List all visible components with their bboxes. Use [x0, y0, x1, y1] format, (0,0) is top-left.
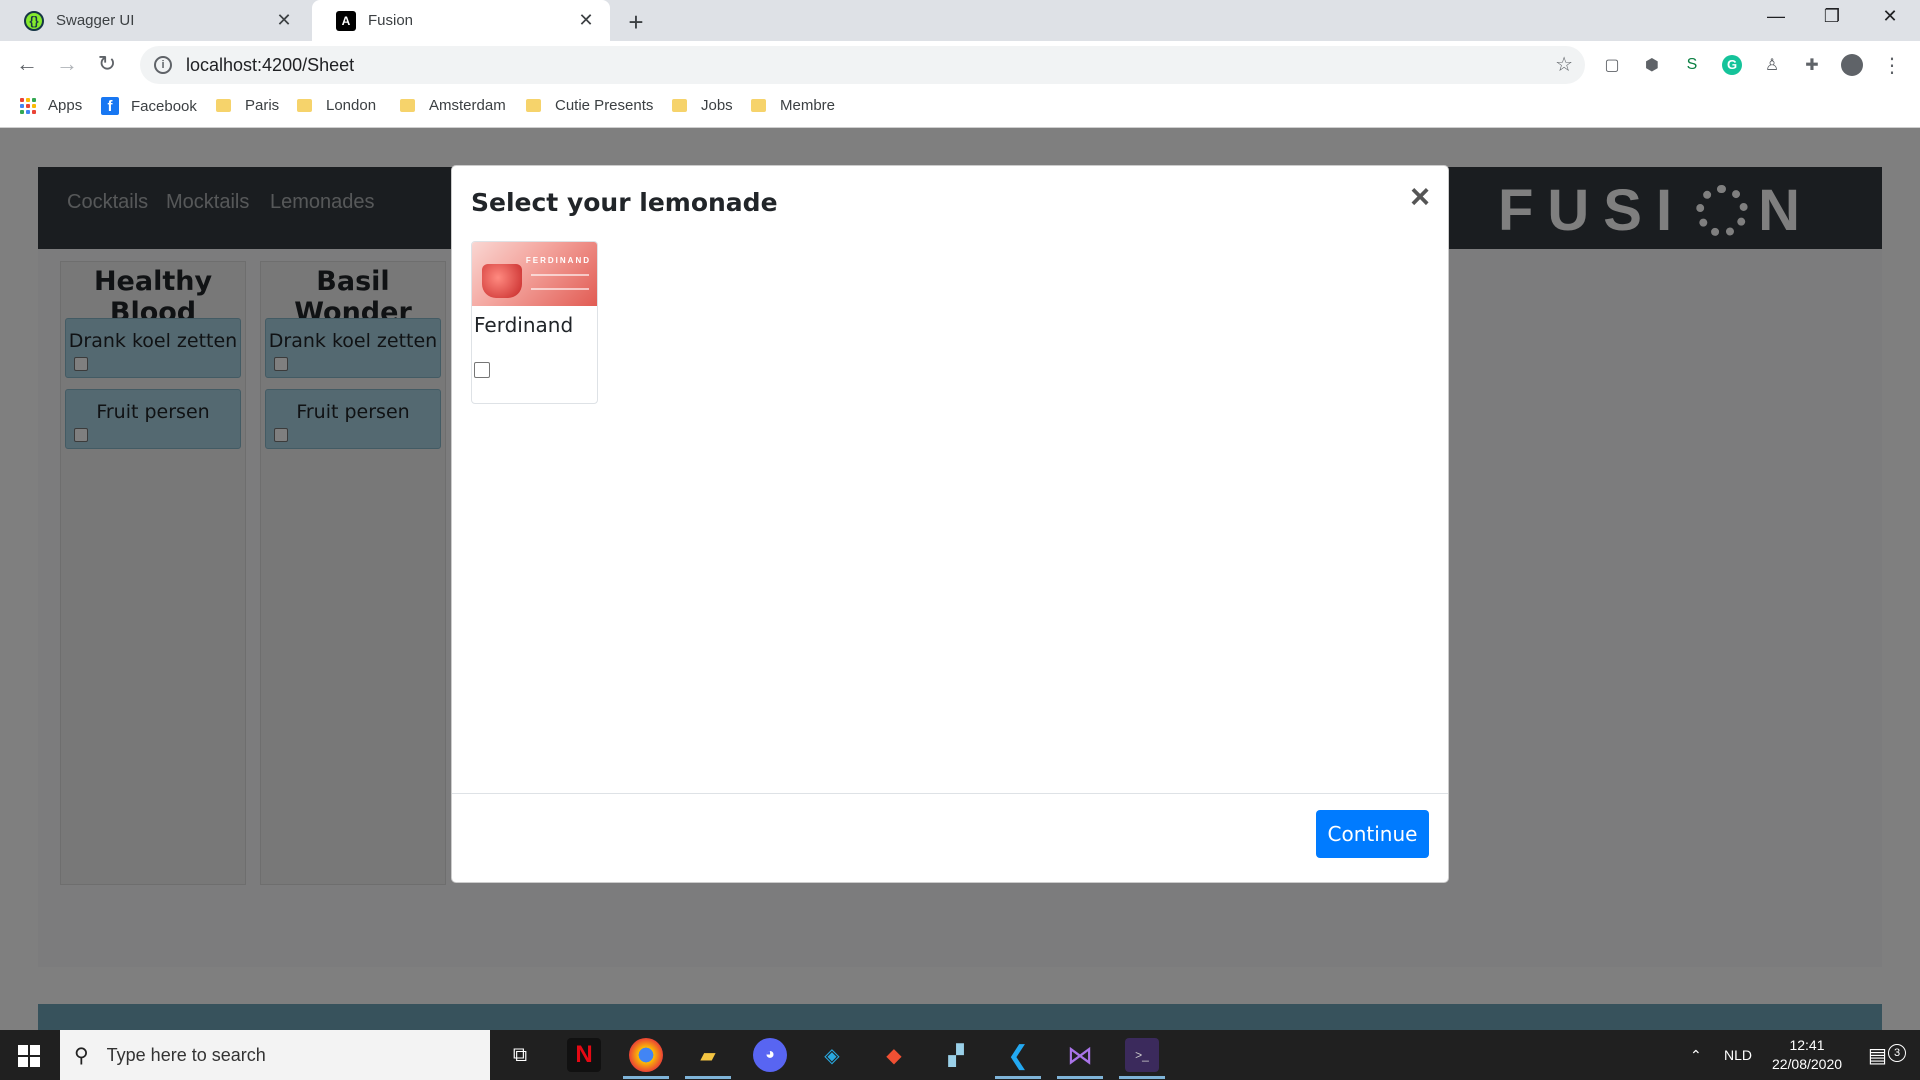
- close-window-icon[interactable]: ✕: [1876, 6, 1904, 27]
- task-view-icon[interactable]: ⧉: [503, 1038, 537, 1072]
- image-brand-text: FERDINAND: [525, 256, 591, 265]
- tab-title: Fusion: [368, 12, 414, 29]
- windows-start-icon[interactable]: [18, 1045, 40, 1067]
- chrome-icon[interactable]: [629, 1038, 663, 1072]
- angular-icon: A: [336, 10, 356, 31]
- image-text-lines: [531, 274, 589, 290]
- reload-icon[interactable]: ↻: [92, 51, 122, 77]
- folder-icon: [400, 99, 415, 112]
- bookmarks-bar: Apps f Facebook Paris London Amsterdam C…: [0, 89, 1920, 128]
- netflix-icon[interactable]: N: [567, 1038, 601, 1072]
- terminal-active-indicator: [1119, 1076, 1165, 1079]
- discord-icon[interactable]: ◕: [753, 1038, 787, 1072]
- extension-icon[interactable]: ▢: [1600, 53, 1624, 77]
- search-placeholder: Type here to search: [106, 1044, 266, 1065]
- bookmark-label: Jobs: [701, 97, 733, 114]
- tab-title: Swagger UI: [56, 12, 135, 29]
- browser-tab-strip: {} Swagger UI ✕ A Fusion ✕ + — ❐ ✕: [0, 0, 1920, 41]
- s-extension-icon[interactable]: S: [1680, 53, 1704, 77]
- language-indicator[interactable]: NLD: [1724, 1030, 1752, 1080]
- bookmark-amsterdam[interactable]: Amsterdam: [400, 97, 506, 114]
- explorer-active-indicator: [685, 1076, 731, 1079]
- taskbar-search[interactable]: ⚲ Type here to search: [60, 1030, 490, 1080]
- azure-data-studio-icon[interactable]: ◈: [815, 1038, 849, 1072]
- new-tab-button[interactable]: +: [622, 7, 650, 38]
- chrome-active-indicator: [623, 1076, 669, 1079]
- visual-studio-icon[interactable]: ⋈: [1063, 1038, 1097, 1072]
- terminal-icon[interactable]: >_: [1125, 1038, 1159, 1072]
- windows-taskbar: ⚲ Type here to search ⧉ N ▰ ◕ ◈ ◆ ▞ ❮ ⋈ …: [0, 1030, 1920, 1080]
- browser-toolbar: ← → ↻ i localhost:4200/Sheet ☆: [0, 41, 1920, 89]
- profile-icon[interactable]: [1840, 53, 1864, 77]
- bookmark-label: London: [326, 97, 377, 114]
- info-icon[interactable]: i: [154, 56, 172, 74]
- modal-footer-divider: [452, 793, 1448, 794]
- taskbar-clock[interactable]: 12:41 22/08/2020: [1762, 1036, 1852, 1074]
- search-icon: ⚲: [74, 1044, 89, 1067]
- lemonade-image: FERDINAND: [472, 242, 597, 306]
- bookmark-london[interactable]: London: [297, 97, 376, 114]
- select-lemonade-modal: Select your lemonade × FERDINAND Ferdina…: [451, 165, 1449, 883]
- folder-icon: [751, 99, 766, 112]
- badge-extension-icon[interactable]: ♙: [1760, 53, 1784, 77]
- notes-app-icon[interactable]: ▞: [939, 1038, 973, 1072]
- modal-title: Select your lemonade: [471, 188, 778, 217]
- git-kraken-icon[interactable]: ◆: [877, 1038, 911, 1072]
- forward-icon[interactable]: →: [52, 51, 82, 77]
- bookmark-membre[interactable]: Membre: [751, 97, 835, 114]
- address-bar[interactable]: i localhost:4200/Sheet ☆: [140, 46, 1585, 84]
- cube-extension-icon[interactable]: ⬢: [1640, 53, 1664, 77]
- bookmark-cutie-presents[interactable]: Cutie Presents: [526, 97, 653, 114]
- bookmark-label: Paris: [245, 97, 280, 114]
- swagger-icon: {}: [24, 10, 44, 31]
- restore-icon[interactable]: ❐: [1818, 6, 1846, 27]
- back-icon[interactable]: ←: [12, 51, 42, 77]
- bookmark-label: Apps: [48, 97, 83, 114]
- notifications-count: 3: [1888, 1044, 1906, 1062]
- bookmark-jobs[interactable]: Jobs: [672, 97, 733, 114]
- bookmark-paris[interactable]: Paris: [216, 97, 279, 114]
- vscode-active-indicator: [995, 1076, 1041, 1079]
- bookmark-label: Membre: [780, 97, 836, 114]
- bookmark-label: Facebook: [131, 97, 197, 115]
- vscode-icon[interactable]: ❮: [1001, 1038, 1035, 1072]
- folder-icon: [216, 99, 231, 112]
- puzzle-extensions-icon[interactable]: ✚: [1800, 53, 1824, 77]
- bookmark-label: Amsterdam: [429, 97, 506, 114]
- url-text: localhost:4200/Sheet: [186, 54, 355, 75]
- file-explorer-icon[interactable]: ▰: [691, 1038, 725, 1072]
- bookmark-facebook[interactable]: f Facebook: [101, 97, 197, 115]
- bookmark-label: Cutie Presents: [555, 97, 654, 114]
- folder-icon: [526, 99, 541, 112]
- lemonade-name: Ferdinand: [474, 313, 574, 337]
- continue-button[interactable]: Continue: [1316, 810, 1429, 858]
- glass-graphic: [482, 264, 522, 298]
- facebook-icon: f: [101, 97, 119, 115]
- bookmark-star-icon[interactable]: ☆: [1555, 52, 1573, 77]
- close-icon[interactable]: ×: [1410, 180, 1430, 214]
- tab-fusion[interactable]: A Fusion ✕: [312, 0, 610, 41]
- lemonade-card[interactable]: FERDINAND Ferdinand: [471, 241, 598, 404]
- minimize-icon[interactable]: —: [1762, 6, 1790, 27]
- tray-chevron-icon[interactable]: ⌃: [1690, 1030, 1702, 1080]
- apps-grid-icon: [20, 97, 36, 114]
- folder-icon: [672, 99, 687, 112]
- close-tab-icon[interactable]: ✕: [274, 10, 294, 31]
- lemonade-checkbox[interactable]: [474, 362, 490, 378]
- folder-icon: [297, 99, 312, 112]
- page: Cocktails Mocktails Lemonades FUSIN Heal…: [0, 128, 1920, 1030]
- clock-date: 22/08/2020: [1771, 1056, 1843, 1072]
- clock-time: 12:41: [1789, 1037, 1825, 1053]
- notifications-icon[interactable]: ▤: [1868, 1030, 1887, 1080]
- close-tab-icon[interactable]: ✕: [576, 10, 596, 31]
- vs-active-indicator: [1057, 1076, 1103, 1079]
- bookmark-apps[interactable]: Apps: [20, 97, 82, 114]
- tab-swagger[interactable]: {} Swagger UI ✕: [0, 0, 308, 41]
- menu-dots-icon[interactable]: ⋮: [1880, 53, 1904, 77]
- grammarly-icon[interactable]: G: [1720, 53, 1744, 77]
